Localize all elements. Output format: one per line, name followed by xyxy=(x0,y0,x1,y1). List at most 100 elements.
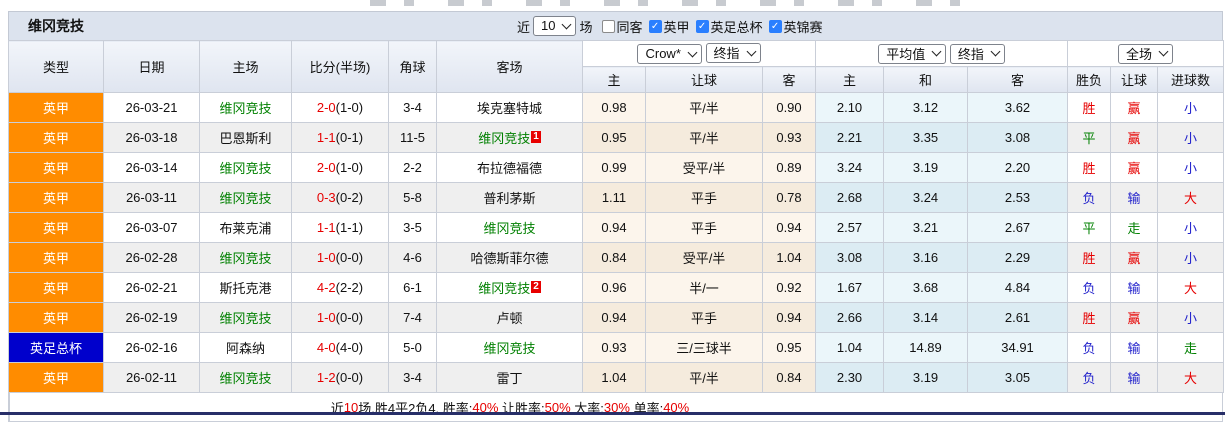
goals-result-cell: 小 xyxy=(1157,212,1225,243)
result-cell: 胜 xyxy=(1067,152,1112,183)
away-team-cell[interactable]: 埃克塞特城 xyxy=(436,92,583,123)
away-team-cell[interactable]: 哈德斯菲尔德 xyxy=(436,242,583,273)
date-cell: 26-03-07 xyxy=(103,212,200,243)
home-team-name[interactable]: 巴恩斯利 xyxy=(219,131,271,146)
corners-cell: 3-5 xyxy=(388,212,437,243)
col-header-home: 主场 xyxy=(199,40,292,93)
halftime-score: (0-0) xyxy=(335,250,364,265)
home-team-cell[interactable]: 维冈竞技 xyxy=(199,152,292,183)
halftime-score: (0-1) xyxy=(335,130,364,145)
date-cell: 26-03-18 xyxy=(103,122,200,153)
halftime-score: (1-1) xyxy=(335,220,364,235)
home-team-name[interactable]: 维冈竞技 xyxy=(219,161,271,176)
corners-cell: 11-5 xyxy=(388,122,437,153)
filter-checkbox-英甲[interactable]: ✓ 英甲 xyxy=(648,17,690,36)
league-cell: 英甲 xyxy=(8,272,104,303)
handicap-result-cell: 输 xyxy=(1110,332,1159,363)
score-cell: 1-2(0-0) xyxy=(291,362,389,393)
handicap-cell: 平手 xyxy=(645,212,763,243)
final-odds-select-1[interactable]: 终指 xyxy=(705,43,761,63)
home-team-name[interactable]: 斯托克港 xyxy=(219,281,271,296)
away-team-cell[interactable]: 卢顿 xyxy=(436,302,583,333)
match-row: 英甲 26-03-18 巴恩斯利 1-1(0-1) 11-5 维冈竞技 1 0.95 平/半 0.… xyxy=(8,122,1225,153)
goals-result-cell: 小 xyxy=(1157,92,1225,123)
filter-checkbox-英锦赛[interactable]: ✓ 英锦赛 xyxy=(768,17,823,36)
away-team-name[interactable]: 埃克塞特城 xyxy=(477,101,542,116)
avg-away-odds: 3.62 xyxy=(967,92,1069,123)
home-team-name[interactable]: 维冈竞技 xyxy=(219,371,271,386)
score-cell: 4-2(2-2) xyxy=(291,272,389,303)
home-team-name[interactable]: 维冈竞技 xyxy=(219,191,271,206)
filter-checkbox-label: 英足总杯 xyxy=(710,19,763,35)
score-cell: 1-1(1-1) xyxy=(291,212,389,243)
away-team-cell[interactable]: 普利茅斯 xyxy=(436,182,583,213)
fulltime-score: 2-0 xyxy=(316,100,336,115)
home-team-cell[interactable]: 布莱克浦 xyxy=(199,212,292,243)
avg-away-odds: 2.61 xyxy=(967,302,1069,333)
filter-checkbox-同客[interactable]: 同客 xyxy=(601,17,643,36)
home-team-cell[interactable]: 维冈竞技 xyxy=(199,302,292,333)
away-team-name[interactable]: 哈德斯菲尔德 xyxy=(470,251,548,266)
recent-count-select[interactable]: 10 xyxy=(533,16,577,36)
home-team-cell[interactable]: 巴恩斯利 xyxy=(199,122,292,153)
away-team-cell[interactable]: 维冈竞技 xyxy=(436,332,583,363)
summary-line: 近 10 场,胜4平2负4, 胜率: 40% 让胜率: 50% 大率: 30% 单率: 40… xyxy=(9,393,1010,421)
scope-select[interactable]: 全场 xyxy=(1118,43,1174,64)
checkbox-checked-icon[interactable]: ✓ xyxy=(695,19,709,33)
avg-home-odds: 2.10 xyxy=(815,92,885,123)
halftime-score: (2-2) xyxy=(335,280,364,295)
home-team-cell[interactable]: 维冈竞技 xyxy=(199,242,292,273)
handicap-result-cell: 输 xyxy=(1110,272,1159,303)
corners-cell: 5-0 xyxy=(388,332,437,363)
away-team-cell[interactable]: 维冈竞技 2 xyxy=(436,272,583,303)
away-team-name[interactable]: 卢顿 xyxy=(496,311,522,326)
away-team-name[interactable]: 普利茅斯 xyxy=(483,191,535,206)
away-team-cell[interactable]: 布拉德福德 xyxy=(436,152,583,183)
avg-home-odds: 3.24 xyxy=(815,152,885,183)
corners-cell: 6-1 xyxy=(388,272,437,303)
home-team-name[interactable]: 阿森纳 xyxy=(226,341,265,356)
goals-result-cell: 小 xyxy=(1157,152,1225,183)
crow-away-odds: 0.90 xyxy=(761,92,817,123)
crow-away-odds: 0.94 xyxy=(761,302,817,333)
result-cell: 胜 xyxy=(1067,92,1112,123)
crow-home-odds: 0.94 xyxy=(582,212,646,243)
home-team-cell[interactable]: 维冈竞技 xyxy=(199,182,292,213)
clipped-row-above xyxy=(370,0,990,6)
bookmaker-select[interactable]: Crow* xyxy=(637,44,702,64)
league-cell: 英甲 xyxy=(8,242,104,273)
home-team-name[interactable]: 维冈竞技 xyxy=(219,251,271,266)
avg-draw-odds: 3.12 xyxy=(883,92,969,123)
away-team-cell[interactable]: 维冈竞技 xyxy=(436,212,583,243)
checkbox-unchecked-icon[interactable] xyxy=(601,19,615,33)
away-team-cell[interactable]: 维冈竞技 1 xyxy=(436,122,583,153)
home-team-name[interactable]: 维冈竞技 xyxy=(219,101,271,116)
final-odds-select-2[interactable]: 终指 xyxy=(949,43,1005,64)
filter-checkbox-英足总杯[interactable]: ✓ 英足总杯 xyxy=(695,17,763,36)
away-team-name[interactable]: 维冈竞技 xyxy=(478,131,530,146)
match-row: 英甲 26-03-14 维冈竞技 2-0(1-0) 2-2 布拉德福德 0.99 受平/半 0.… xyxy=(8,152,1225,183)
away-team-name[interactable]: 维冈竞技 xyxy=(483,221,535,236)
average-select[interactable]: 平均值 xyxy=(878,43,947,64)
checkbox-checked-icon[interactable]: ✓ xyxy=(648,19,662,33)
away-team-cell[interactable]: 雷丁 xyxy=(436,362,583,393)
league-cell: 英甲 xyxy=(8,362,104,393)
checkbox-checked-icon[interactable]: ✓ xyxy=(768,19,782,33)
away-team-name[interactable]: 维冈竞技 xyxy=(483,341,535,356)
home-team-cell[interactable]: 斯托克港 xyxy=(199,272,292,303)
home-team-cell[interactable]: 维冈竞技 xyxy=(199,362,292,393)
league-cell: 英甲 xyxy=(8,122,104,153)
away-team-name[interactable]: 雷丁 xyxy=(496,371,522,386)
away-team-name[interactable]: 布拉德福德 xyxy=(477,161,542,176)
date-cell: 26-03-11 xyxy=(103,182,200,213)
home-team-name[interactable]: 维冈竞技 xyxy=(219,311,271,326)
home-team-cell[interactable]: 维冈竞技 xyxy=(199,92,292,123)
result-cell: 平 xyxy=(1067,122,1112,153)
avg-draw-odds: 3.35 xyxy=(883,122,969,153)
away-team-name[interactable]: 维冈竞技 xyxy=(478,281,530,296)
home-team-cell[interactable]: 阿森纳 xyxy=(199,332,292,363)
crow-away-odds: 0.78 xyxy=(761,182,817,213)
crow-away-odds: 0.94 xyxy=(761,212,817,243)
home-team-name[interactable]: 布莱克浦 xyxy=(219,221,271,236)
result-cell: 平 xyxy=(1067,212,1112,243)
